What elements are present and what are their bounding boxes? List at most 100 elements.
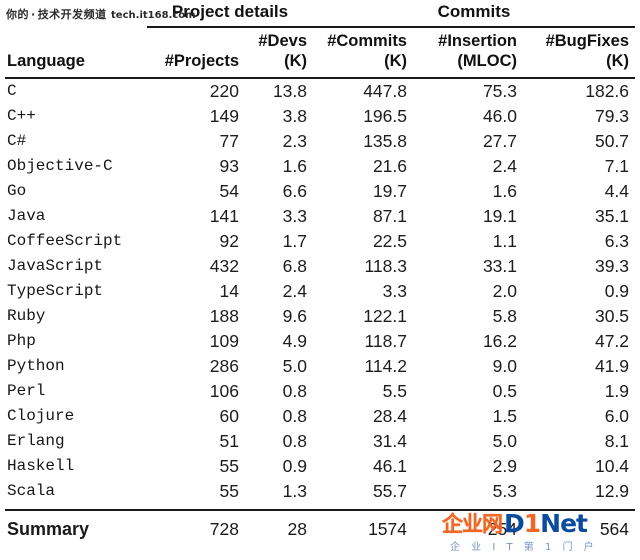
cell-devs: 1.7: [282, 231, 307, 251]
table-row: Php 109 4.9 118.7 16.2 47.2: [5, 329, 635, 354]
column-header-projects: #Projects: [147, 29, 245, 77]
cell-devs: 6.6: [282, 181, 307, 201]
cell-projects: 55: [219, 456, 239, 476]
cell-devs: 0.8: [282, 406, 307, 426]
statistics-table-container: Project details Commits Language #Projec…: [0, 0, 640, 560]
column-header-language-line2: Language: [7, 52, 85, 70]
table-row: Scala 55 1.3 55.7 5.3 12.9: [5, 479, 635, 504]
summary-insertion: 254: [487, 519, 517, 539]
watermark-top-separator: ·: [31, 8, 36, 21]
table-row: Go 54 6.6 19.7 1.6 4.4: [5, 179, 635, 204]
cell-language: Php: [7, 332, 36, 350]
cell-commits: 55.7: [372, 481, 407, 501]
cell-projects: 92: [219, 231, 239, 251]
summary-commits: 1574: [368, 519, 407, 539]
cell-insertion: 0.5: [492, 381, 517, 401]
cell-language: Ruby: [7, 307, 46, 325]
cell-projects: 149: [209, 106, 239, 126]
cell-commits: 122.1: [363, 306, 407, 326]
cell-projects: 60: [219, 406, 239, 426]
cell-commits: 31.4: [372, 431, 407, 451]
table-body: C 220 13.8 447.8 75.3 182.6 C++ 149 3.8 196.5 46.0…: [5, 78, 635, 504]
cell-language: Java: [7, 207, 46, 225]
column-header-language: Language: [5, 29, 147, 77]
cell-insertion: 27.7: [482, 131, 517, 151]
cell-insertion: 5.3: [492, 481, 517, 501]
cell-language: Scala: [7, 482, 56, 500]
cell-projects: 188: [209, 306, 239, 326]
table-row: C 220 13.8 447.8 75.3 182.6: [5, 78, 635, 104]
cell-devs: 3.3: [282, 206, 307, 226]
cell-devs: 4.9: [282, 331, 307, 351]
cell-devs: 6.8: [282, 256, 307, 276]
cell-insertion: 9.0: [492, 356, 517, 376]
summary-projects: 728: [209, 519, 239, 539]
cell-devs: 0.8: [282, 431, 307, 451]
cell-devs: 2.3: [282, 131, 307, 151]
table-row: Objective-C 93 1.6 21.6 2.4 7.1: [5, 154, 635, 179]
summary-row: Summary 728 28 1574 254 564: [5, 510, 635, 544]
column-header-commits: #Commits (K): [313, 29, 413, 77]
column-header-devs-line2: (K): [284, 52, 307, 70]
cell-commits: 46.1: [372, 456, 407, 476]
cell-devs: 1.3: [282, 481, 307, 501]
cell-bugfixes: 41.9: [594, 356, 630, 376]
cell-bugfixes: 79.3: [594, 106, 630, 126]
column-header-insertion-line2: (MLOC): [457, 52, 517, 70]
cell-bugfixes: 47.2: [594, 331, 630, 351]
cell-bugfixes: 6.0: [604, 406, 630, 426]
cell-language: Python: [7, 357, 65, 375]
summary-label: Summary: [7, 519, 90, 539]
column-header-commits-line2: (K): [384, 52, 407, 70]
table-row: TypeScript 14 2.4 3.3 2.0 0.9: [5, 279, 635, 304]
table-row: Perl 106 0.8 5.5 0.5 1.9: [5, 379, 635, 404]
column-header-bugfixes-line1: #BugFixes: [545, 32, 630, 50]
cell-language: TypeScript: [7, 282, 104, 300]
column-header-devs-line1: #Devs: [258, 32, 307, 50]
cell-bugfixes: 0.9: [604, 281, 630, 301]
cell-insertion: 46.0: [482, 106, 517, 126]
cell-language: Objective-C: [7, 157, 113, 175]
cell-bugfixes: 1.9: [604, 381, 630, 401]
cell-bugfixes: 7.1: [604, 156, 630, 176]
column-header-projects-line2: #Projects: [164, 52, 239, 70]
cell-language: C#: [7, 132, 27, 150]
cell-insertion: 33.1: [482, 256, 517, 276]
table-row: Erlang 51 0.8 31.4 5.0 8.1: [5, 429, 635, 454]
cell-commits: 447.8: [363, 81, 407, 101]
cell-language: Haskell: [7, 457, 75, 475]
column-header-insertion: #Insertion (MLOC): [413, 29, 523, 77]
cell-language: Perl: [7, 382, 46, 400]
cell-language: Clojure: [7, 407, 75, 425]
table-row: Ruby 188 9.6 122.1 5.8 30.5: [5, 304, 635, 329]
cell-bugfixes: 50.7: [594, 131, 630, 151]
watermark-top-url: tech.it168.com: [111, 10, 196, 21]
cell-bugfixes: 39.3: [594, 256, 630, 276]
cell-projects: 220: [209, 81, 239, 101]
table-row: Java 141 3.3 87.1 19.1 35.1: [5, 204, 635, 229]
cell-bugfixes: 182.6: [585, 81, 630, 101]
table-row: C# 77 2.3 135.8 27.7 50.7: [5, 129, 635, 154]
cell-language: C: [7, 82, 17, 100]
group-rule-commits: [313, 26, 636, 28]
cell-devs: 0.9: [282, 456, 307, 476]
table-row: C++ 149 3.8 196.5 46.0 79.3: [5, 104, 635, 129]
cell-devs: 2.4: [282, 281, 307, 301]
watermark-top-text: 你的: [6, 8, 29, 21]
cell-commits: 196.5: [363, 106, 407, 126]
cell-projects: 141: [209, 206, 239, 226]
cell-insertion: 16.2: [482, 331, 517, 351]
cell-insertion: 2.4: [492, 156, 517, 176]
language-statistics-table: Project details Commits Language #Projec…: [5, 0, 636, 544]
cell-commits: 22.5: [372, 231, 407, 251]
cell-projects: 51: [219, 431, 239, 451]
cell-bugfixes: 4.4: [604, 181, 630, 201]
cell-insertion: 2.0: [492, 281, 517, 301]
cell-projects: 432: [209, 256, 239, 276]
group-header-commits: Commits: [313, 0, 636, 29]
cell-language: C++: [7, 107, 36, 125]
cell-bugfixes: 30.5: [594, 306, 630, 326]
cell-insertion: 1.6: [492, 181, 517, 201]
cell-projects: 77: [219, 131, 239, 151]
cell-devs: 0.8: [282, 381, 307, 401]
